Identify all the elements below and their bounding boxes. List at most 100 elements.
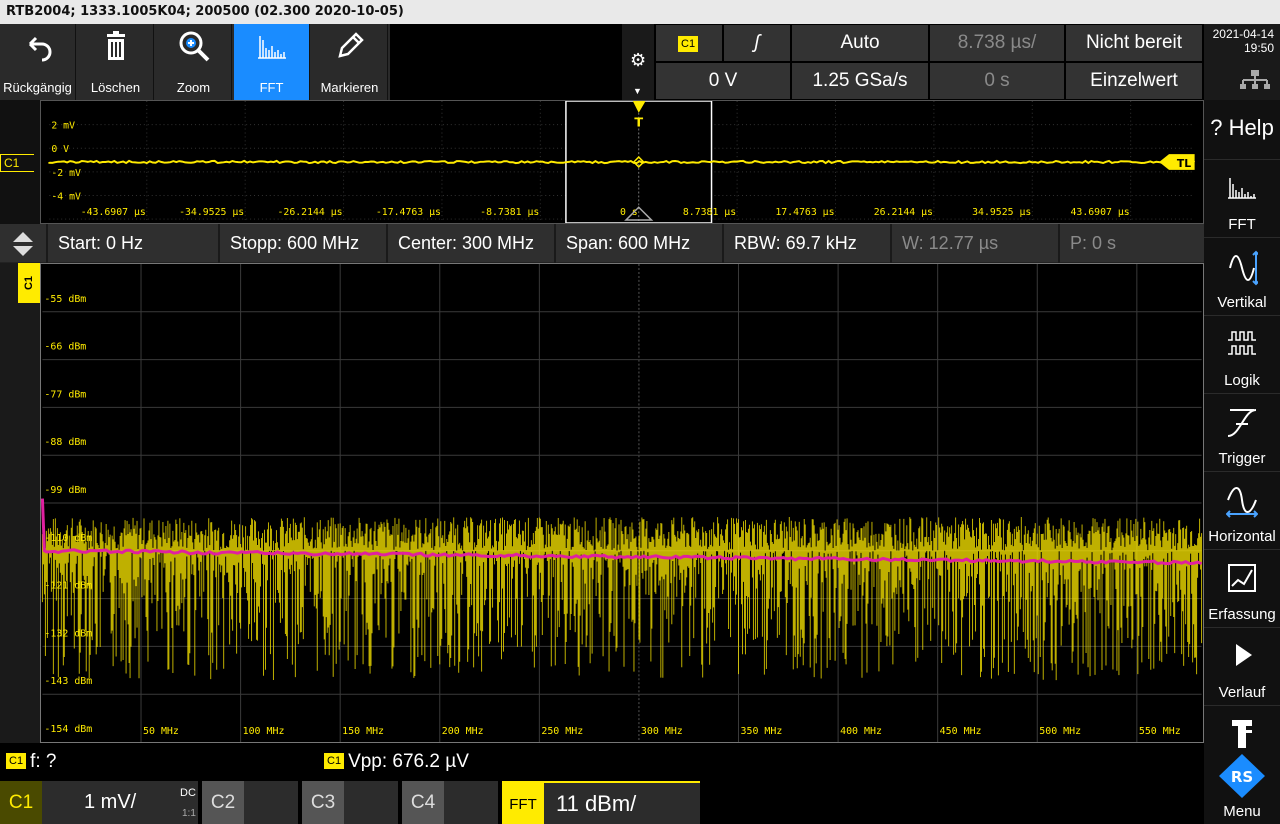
- toolbar-spacer: [390, 24, 622, 100]
- trigger-icon: [1226, 406, 1258, 440]
- y-tick-label: -99 dBm: [44, 485, 86, 496]
- delete-button[interactable]: Löschen: [78, 24, 154, 100]
- fft-position[interactable]: P: 0 s: [1060, 224, 1204, 263]
- y-tick-label: -66 dBm: [44, 342, 86, 353]
- fft-channel-marker[interactable]: C1: [18, 263, 40, 303]
- fft-start[interactable]: Start: 0 Hz: [48, 224, 220, 263]
- trigger-status[interactable]: Nicht bereit: [1066, 25, 1202, 61]
- undo-button[interactable]: Rückgängig: [0, 24, 76, 100]
- rs-logo-icon: RS: [1217, 752, 1267, 798]
- zoom-label: Zoom: [156, 80, 231, 95]
- measurement-vpp[interactable]: C1 Vpp: 676.2 µV: [324, 751, 469, 773]
- x-tick-label: -43.6907 µs: [81, 207, 146, 218]
- measurement-frequency[interactable]: C1 f: ?: [6, 751, 56, 773]
- y-tick-label: -143 dBm: [44, 676, 92, 687]
- mark-button[interactable]: Markieren: [312, 24, 388, 100]
- sample-rate[interactable]: 1.25 GSa/s: [792, 63, 928, 99]
- logic-icon: [1226, 328, 1258, 358]
- channel-c4[interactable]: C4: [402, 781, 498, 824]
- horizontal-offset[interactable]: 0 s: [930, 63, 1064, 99]
- fft-settings-bar: Start: 0 Hz Stopp: 600 MHz Center: 300 M…: [0, 224, 1204, 263]
- trigger-mode[interactable]: Auto: [792, 25, 928, 61]
- date: 2021-04-14: [1204, 27, 1274, 41]
- sidebar-item-trigger[interactable]: Trigger: [1204, 396, 1280, 472]
- fft-button[interactable]: FFT: [234, 24, 310, 100]
- menu-label: Menu: [1204, 803, 1280, 820]
- fft-label: FFT: [234, 80, 309, 95]
- trigger-slope[interactable]: ʃ: [724, 25, 790, 61]
- x-tick-label: 350 MHz: [741, 726, 783, 737]
- help-icon: ?: [1210, 115, 1222, 140]
- channel-fft[interactable]: FFT 11 dBm/: [502, 781, 700, 824]
- channel-c1-scale: 1 mV/: [84, 791, 136, 814]
- time-scale[interactable]: 8.738 µs/: [930, 25, 1064, 61]
- sidebar-label: Erfassung: [1204, 606, 1280, 623]
- mark-label: Markieren: [312, 80, 387, 95]
- fft-stop[interactable]: Stopp: 600 MHz: [220, 224, 388, 263]
- window-title: RTB2004; 1333.1005K04; 200500 (02.300 20…: [0, 0, 1280, 24]
- sidebar-item-fft[interactable]: FFT: [1204, 162, 1280, 238]
- channel-c1-probe: 1:1: [182, 808, 196, 819]
- sidebar-item-vertical[interactable]: Vertikal: [1204, 240, 1280, 316]
- measurement-bar: C1 f: ? C1 Vpp: 676.2 µV: [0, 743, 1204, 781]
- trigger-level[interactable]: 0 V: [656, 63, 790, 99]
- y-tick-label: -121 dBm: [44, 581, 92, 592]
- x-tick-label: 8.7381 µs: [683, 207, 736, 218]
- channel-c3-tab[interactable]: C3: [302, 781, 344, 824]
- sidebar-item-history[interactable]: Verlauf: [1204, 630, 1280, 706]
- fft-plot[interactable]: -55 dBm -66 dBm -77 dBm -88 dBm -99 dBm -110 …: [40, 263, 1204, 743]
- channel-c2[interactable]: C2: [202, 781, 298, 824]
- sidebar-item-horizontal[interactable]: Horizontal: [1204, 474, 1280, 550]
- time: 19:50: [1204, 41, 1274, 55]
- y-tick-label: -154 dBm: [44, 724, 92, 735]
- fft-window[interactable]: W: 12.77 µs: [892, 224, 1060, 263]
- channel-fft-tab[interactable]: FFT: [502, 783, 544, 824]
- x-tick-label: -34.9525 µs: [179, 207, 244, 218]
- channel-c4-tab[interactable]: C4: [402, 781, 444, 824]
- sidebar: ? Help FFT Vertikal Logik Trigger Horizo…: [1204, 100, 1280, 824]
- channel-marker[interactable]: C1: [0, 154, 34, 172]
- sidebar-label: Logik: [1204, 372, 1280, 389]
- undo-icon: [22, 30, 54, 62]
- fft-span[interactable]: Span: 600 MHz: [556, 224, 724, 263]
- vertical-icon: [1226, 250, 1258, 286]
- fft-plot-ruler: C1: [0, 263, 40, 743]
- help-button[interactable]: ? Help: [1204, 100, 1280, 160]
- x-tick-label: 150 MHz: [342, 726, 384, 737]
- measurement-text: Vpp: 676.2 µV: [348, 751, 469, 772]
- acquisition-icon: [1226, 562, 1258, 594]
- fft-rbw[interactable]: RBW: 69.7 kHz: [724, 224, 892, 263]
- y-tick-label: -88 dBm: [44, 437, 86, 448]
- measurement-text: f: ?: [30, 751, 56, 772]
- channel-c1[interactable]: C1 1 mV/ DC 1:1: [0, 781, 198, 824]
- x-tick-label: 200 MHz: [442, 726, 484, 737]
- channel-c1-tab[interactable]: C1: [0, 781, 42, 824]
- y-tick-label: -77 dBm: [44, 389, 86, 400]
- sidebar-item-acquisition[interactable]: Erfassung: [1204, 552, 1280, 628]
- sidebar-item-probe[interactable]: [1204, 708, 1280, 748]
- channel-badge: C1: [324, 753, 344, 769]
- up-down-arrows-icon: [12, 231, 34, 257]
- channel-c1-coupling: DC: [180, 787, 196, 799]
- x-tick-label: 500 MHz: [1039, 726, 1081, 737]
- trigger-source[interactable]: C1: [656, 25, 722, 61]
- x-tick-label: 250 MHz: [541, 726, 583, 737]
- settings-button[interactable]: ⚙ ▼: [622, 24, 654, 100]
- y-tick-label: 0 V: [51, 144, 69, 155]
- fft-toggle-button[interactable]: [0, 224, 48, 263]
- menu-button[interactable]: RS Menu: [1204, 748, 1280, 824]
- channel-c2-tab[interactable]: C2: [202, 781, 244, 824]
- time-domain-plot[interactable]: 2 mV 0 V -2 mV -4 mV-43.6907 µs -34.9525 µs -…: [40, 100, 1204, 224]
- channel-bar: C1 1 mV/ DC 1:1 C2 C3 C4 FFT 11 dBm/: [0, 781, 1204, 824]
- x-tick-label: 34.9525 µs: [972, 207, 1031, 218]
- channel-c3[interactable]: C3: [302, 781, 398, 824]
- fft-icon: [1226, 172, 1258, 202]
- sidebar-item-logic[interactable]: Logik: [1204, 318, 1280, 394]
- zoom-button[interactable]: Zoom: [156, 24, 232, 100]
- x-tick-label: -26.2144 µs: [277, 207, 342, 218]
- acquisition-mode[interactable]: Einzelwert: [1066, 63, 1202, 99]
- trigger-level-label: TL: [1177, 157, 1191, 170]
- fft-center[interactable]: Center: 300 MHz: [388, 224, 556, 263]
- x-tick-label: 450 MHz: [940, 726, 982, 737]
- x-tick-label: -17.4763 µs: [376, 207, 441, 218]
